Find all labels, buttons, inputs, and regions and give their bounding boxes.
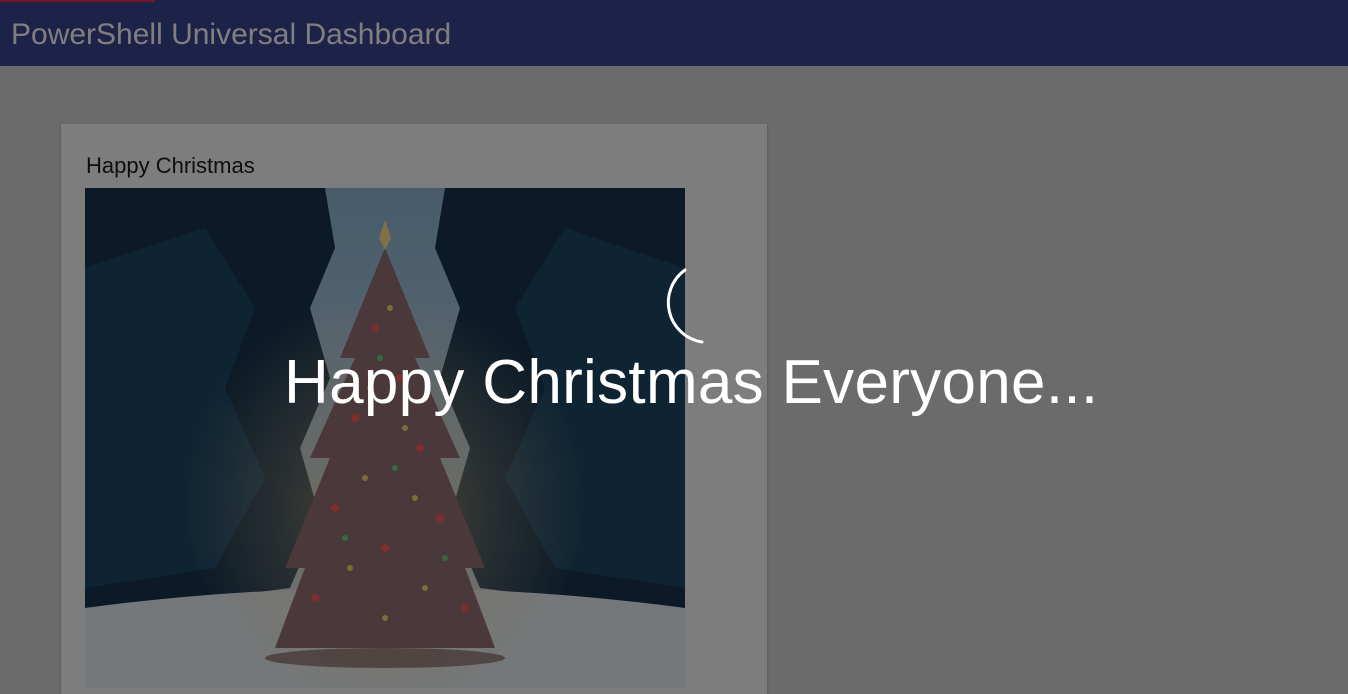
spinner-icon <box>666 268 704 344</box>
loading-overlay: Happy Christmas Everyone... <box>0 0 1348 694</box>
loading-message: Happy Christmas Everyone... <box>284 348 1099 417</box>
